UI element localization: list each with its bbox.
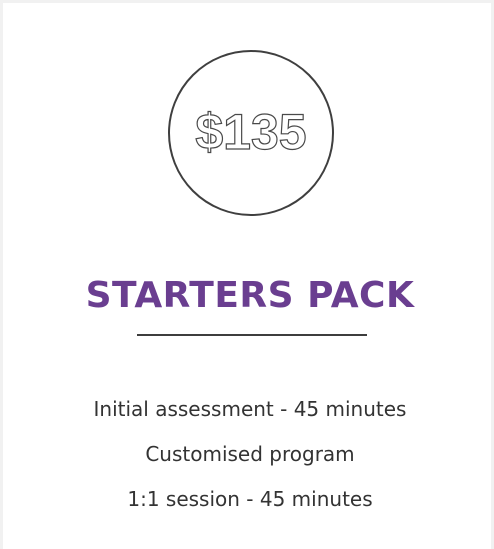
price-badge: $135 xyxy=(168,50,334,216)
price-label: $135 xyxy=(195,104,307,160)
feature-item-program: Customised program xyxy=(145,442,355,466)
title-divider xyxy=(137,334,367,336)
pricing-card: $135 STARTERS PACK Initial assessment - … xyxy=(3,3,491,549)
package-title: STARTERS PACK xyxy=(85,275,415,316)
feature-list: Initial assessment - 45 minutes Customis… xyxy=(3,391,494,526)
feature-item-assessment: Initial assessment - 45 minutes xyxy=(93,397,407,421)
feature-item-session: 1:1 session - 45 minutes xyxy=(127,487,373,511)
